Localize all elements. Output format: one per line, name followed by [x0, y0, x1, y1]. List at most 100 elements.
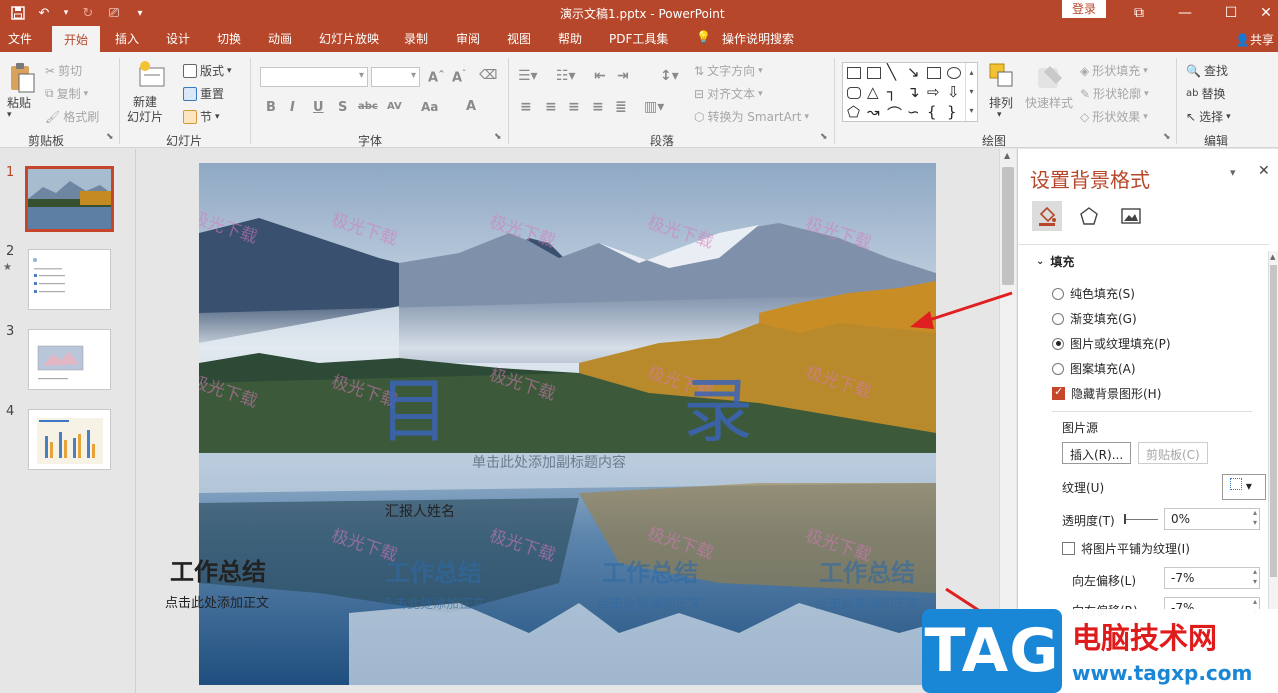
line-shape-icon[interactable]: ╲ [887, 63, 896, 81]
clipboard-button[interactable]: 剪贴板(C) [1138, 442, 1208, 464]
dialog-launcher-icon[interactable]: ⬊ [1163, 132, 1171, 142]
section-heading[interactable]: 工作总结 [170, 552, 266, 587]
brace-left-shape-icon[interactable]: { [927, 103, 937, 121]
paste-icon[interactable] [8, 62, 40, 94]
gallery-scroll[interactable]: ▴ ▾ ▾ [965, 63, 977, 121]
pattern-fill-radio[interactable]: 图案填充(A) [1052, 360, 1136, 377]
section-body[interactable]: 点击此处添加正文 [815, 593, 919, 612]
justify-icon[interactable]: ≡ [592, 99, 604, 115]
slide-editing-canvas[interactable]: 极光下载 极光下载 极光下载 极光下载 极光下载 极光下载 极光下载 极光下载 … [137, 149, 999, 693]
reporter-name[interactable]: 汇报人姓名 [385, 501, 455, 521]
curve-shape-icon[interactable]: ↝ [867, 103, 880, 121]
arrange-icon[interactable] [988, 62, 1020, 94]
oval-shape-icon[interactable] [947, 67, 961, 79]
arc-shape-icon[interactable]: ⌒ [887, 103, 902, 124]
tab-record[interactable]: 录制 [404, 30, 428, 47]
save-icon[interactable] [10, 5, 26, 21]
dialog-launcher-icon[interactable]: ⬊ [106, 132, 114, 142]
scroll-up-icon[interactable]: ▲ [1270, 253, 1275, 261]
transparency-slider[interactable] [1124, 519, 1158, 520]
align-left-icon[interactable]: ≡ [520, 99, 532, 115]
tab-slideshow[interactable]: 幻灯片放映 [319, 30, 379, 47]
hide-background-checkbox[interactable]: 隐藏背景图形(H) [1052, 385, 1161, 402]
line-spacing-icon[interactable]: ↕▾ [660, 68, 679, 84]
undo-icon[interactable]: ↶ [36, 5, 52, 21]
insert-picture-button[interactable]: 插入(R)... [1062, 442, 1132, 464]
select-button[interactable]: ↖ 选择 ▾ [1186, 108, 1231, 125]
arrange-dropdown-icon[interactable]: ▾ [997, 110, 1002, 120]
fill-section-header[interactable]: ⌄ 填充 [1036, 253, 1074, 270]
close-icon[interactable]: ✕ [1254, 0, 1278, 26]
share-button[interactable]: 👤共享 [1235, 31, 1274, 48]
slider-handle[interactable] [1124, 514, 1126, 524]
section-body[interactable]: 点击此处添加正文 [597, 593, 701, 612]
font-color-button[interactable]: A [466, 99, 476, 114]
rectangle-shape-icon[interactable] [927, 67, 941, 79]
format-painter-button[interactable]: 🖌 格式刷 [45, 108, 99, 125]
quick-styles-button[interactable]: 快速样式 [1025, 94, 1073, 111]
current-slide[interactable]: 极光下载 极光下载 极光下载 极光下载 极光下载 极光下载 极光下载 极光下载 … [199, 163, 936, 685]
minimize-icon[interactable]: — [1162, 0, 1208, 26]
transparency-spinner[interactable]: 0% [1164, 508, 1260, 530]
tab-view[interactable]: 视图 [507, 30, 531, 47]
section-heading[interactable]: 工作总结 [602, 553, 698, 588]
down-arrow-shape-icon[interactable]: ⇩ [947, 83, 960, 101]
elbow-connector-shape-icon[interactable]: ┐ [887, 83, 896, 101]
shape-gallery[interactable]: ╲ ↘ △ ┐ ↴ ⇨ ⇩ ⬠ ↝ ⌒ ∽ { } ▴ ▾ ▾ [842, 62, 978, 124]
align-text-button[interactable]: ⊟ 对齐文本 ▾ [694, 85, 763, 102]
tab-transitions[interactable]: 切换 [217, 30, 241, 47]
solid-fill-radio[interactable]: 纯色填充(S) [1052, 285, 1135, 302]
customize-qat-icon[interactable]: ▾ [132, 5, 148, 21]
layout-button[interactable]: 版式 ▾ [183, 62, 232, 79]
tab-file[interactable]: 文件 [8, 30, 32, 47]
tab-review[interactable]: 审阅 [456, 30, 480, 47]
shape-fill-button[interactable]: ◈ 形状填充 ▾ [1080, 62, 1148, 79]
text-direction-button[interactable]: ⇅ 文字方向 ▾ [694, 62, 763, 79]
ribbon-display-icon[interactable]: ⧉ [1116, 0, 1162, 26]
tab-help[interactable]: 帮助 [558, 30, 582, 47]
italic-button[interactable]: I [290, 100, 295, 115]
picture-fill-radio[interactable]: 图片或纹理填充(P) [1052, 335, 1171, 352]
dropdown-caret-icon[interactable]: ▾ [62, 5, 70, 21]
numbering-icon[interactable]: ☷▾ [556, 68, 576, 84]
bold-button[interactable]: B [266, 100, 276, 115]
pane-options-icon[interactable]: ▾ [1230, 166, 1236, 179]
tile-picture-checkbox[interactable]: 将图片平铺为纹理(I) [1062, 540, 1190, 557]
pane-close-icon[interactable]: ✕ [1258, 163, 1270, 179]
reset-button[interactable]: 重置 [183, 85, 224, 102]
scrollbar-thumb[interactable] [1002, 167, 1014, 285]
maximize-icon[interactable]: ☐ [1208, 0, 1254, 26]
clear-format-icon[interactable]: ⌫ [479, 68, 497, 83]
scrollbar-thumb[interactable] [1270, 265, 1277, 577]
login-button[interactable]: 登录 [1062, 0, 1106, 18]
shadow-button[interactable]: S [338, 100, 347, 115]
elbow-arrow-shape-icon[interactable]: ↴ [907, 83, 920, 101]
slide-thumbnail-3[interactable] [28, 329, 111, 390]
tab-insert[interactable]: 插入 [115, 30, 139, 47]
change-case-button[interactable]: Aa [421, 100, 438, 114]
section-body[interactable]: 点击此处添加正文 [381, 593, 485, 612]
right-arrow-shape-icon[interactable]: ⇨ [927, 83, 940, 101]
offset-left-spinner[interactable]: -7% [1164, 567, 1260, 589]
char-spacing-button[interactable]: AV [387, 101, 402, 112]
slide-subtitle[interactable]: 单击此处添加副标题内容 [472, 452, 626, 472]
arrange-button[interactable]: 排列 [989, 94, 1013, 111]
slide-title-right[interactable]: 录 [683, 355, 753, 456]
new-slide-button[interactable]: 新建 幻灯片 [127, 95, 163, 125]
tab-pdf-tools[interactable]: PDF工具集 [609, 30, 668, 47]
copy-button[interactable]: ⧉ 复制 ▾ [45, 85, 88, 102]
tell-me-search[interactable]: 操作说明搜索 [722, 30, 794, 47]
redo-icon[interactable]: ↻ [80, 5, 96, 21]
slide-thumbnail-1[interactable] [25, 166, 114, 232]
align-right-icon[interactable]: ≡ [568, 99, 580, 115]
arrow-line-shape-icon[interactable]: ↘ [907, 63, 920, 81]
brace-right-shape-icon[interactable]: } [947, 103, 957, 121]
section-heading[interactable]: 工作总结 [819, 553, 915, 588]
columns-icon[interactable]: ▥▾ [644, 99, 664, 115]
scroll-up-icon[interactable]: ▲ [1004, 151, 1010, 160]
font-name-combo[interactable] [260, 67, 368, 87]
section-heading[interactable]: 工作总结 [386, 553, 482, 588]
texture-picker[interactable]: ▾ [1222, 474, 1266, 500]
shape-effects-button[interactable]: ◇ 形状效果 ▾ [1080, 108, 1148, 125]
dialog-launcher-icon[interactable]: ⬊ [494, 132, 502, 142]
